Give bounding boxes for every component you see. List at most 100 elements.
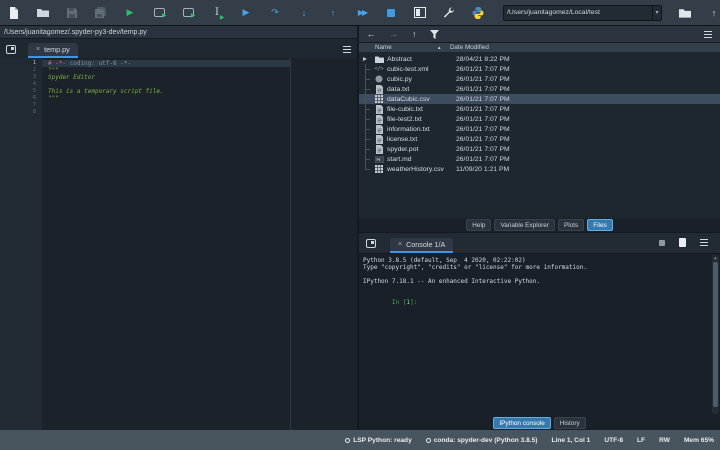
editor-line[interactable]: 5 This is a temporary script file.: [0, 88, 357, 95]
editor-line[interactable]: 6 """: [0, 95, 357, 102]
file-row[interactable]: cubic.py 26/01/21 7:07 PM: [359, 74, 720, 84]
editor-line[interactable]: 3 Spyder Editor: [0, 74, 357, 81]
file-row[interactable]: license.txt 26/01/21 7:07 PM: [359, 134, 720, 144]
stop-debug-icon[interactable]: [385, 6, 397, 19]
new-console-icon[interactable]: [679, 238, 686, 247]
file-date-modified: 28/04/21 8:22 PM: [456, 55, 510, 63]
editor-tab-temp-py[interactable]: × temp.py: [28, 43, 78, 58]
python-file-icon: [374, 75, 384, 84]
console-tab-label: Console 1/A: [406, 240, 446, 249]
run-cell-icon[interactable]: ▶: [153, 6, 167, 19]
scrollbar-thumb[interactable]: [713, 262, 718, 407]
tab-variable-explorer[interactable]: Variable Explorer: [494, 219, 555, 231]
files-pane: ← → ↑ Name ▲ Date Modified Abstract 28/04…: [359, 26, 720, 232]
filter-icon[interactable]: [430, 29, 440, 39]
files-list: Abstract 28/04/21 8:22 PM </> cubic-test.xm…: [359, 52, 720, 218]
file-row[interactable]: information.txt 26/01/21 7:07 PM: [359, 124, 720, 134]
run-cell-advance-icon[interactable]: ▶: [182, 6, 196, 19]
new-file-icon[interactable]: [8, 6, 20, 19]
step-into-icon[interactable]: ↓: [298, 6, 310, 19]
preferences-wrench-icon[interactable]: [443, 6, 455, 19]
tab-files[interactable]: Files: [587, 219, 613, 231]
file-date-modified: 26/01/21 7:07 PM: [456, 135, 510, 143]
file-row[interactable]: data.txt 26/01/21 7:07 PM: [359, 84, 720, 94]
console-banner-line: Python 3.8.5 (default, Sep 4 2020, 02:22…: [363, 257, 526, 264]
editor-options-menu-icon[interactable]: [343, 46, 351, 53]
save-all-icon[interactable]: [95, 6, 107, 19]
editor-line[interactable]: 2 """: [0, 67, 357, 74]
rerun-cell-icon[interactable]: ↷: [269, 6, 281, 19]
maximize-pane-icon[interactable]: [414, 6, 426, 19]
run-file-icon[interactable]: ▶: [124, 6, 136, 19]
scroll-up-icon[interactable]: ▲: [712, 255, 719, 260]
editor-breadcrumb: /Users/juanitagomez/.spyder-py3-dev/temp…: [0, 26, 357, 39]
console-options-menu-icon[interactable]: [700, 239, 708, 246]
file-name: information.txt: [387, 125, 430, 133]
conda-env-status[interactable]: conda: spyder-dev (Python 3.8.5): [425, 437, 537, 444]
file-row[interactable]: start.md 26/01/21 7:07 PM: [359, 154, 720, 164]
console-scrollbar[interactable]: ▲: [712, 255, 719, 414]
tree-connector: [362, 114, 374, 124]
file-row[interactable]: Abstract 28/04/21 8:22 PM: [359, 54, 720, 64]
line-number: 4: [32, 81, 36, 87]
column-header-date-modified[interactable]: Date Modified: [449, 44, 489, 51]
close-tab-icon[interactable]: ×: [36, 46, 40, 53]
console-banner-line: [363, 285, 720, 292]
console-banner: Python 3.8.5 (default, Sep 4 2020, 02:22…: [363, 257, 720, 292]
browse-tabs-icon[interactable]: [6, 45, 16, 54]
file-date-modified: 26/01/21 7:07 PM: [456, 155, 510, 163]
file-row[interactable]: file-cubic.txt 26/01/21 7:07 PM: [359, 104, 720, 114]
parent-directory-icon[interactable]: ↑: [708, 6, 720, 19]
table-file-icon: [374, 165, 384, 174]
interrupt-kernel-icon[interactable]: [659, 239, 665, 246]
file-row[interactable]: file-test2.txt 26/01/21 7:07 PM: [359, 114, 720, 124]
editor-line[interactable]: 8: [0, 109, 357, 116]
console-body[interactable]: Python 3.8.5 (default, Sep 4 2020, 02:22…: [359, 254, 720, 416]
run-selection-icon[interactable]: I ▶: [211, 6, 224, 21]
working-directory-input[interactable]: [504, 9, 652, 16]
cwd-dropdown-caret-icon[interactable]: ▾: [652, 5, 661, 20]
browse-working-directory-icon[interactable]: [679, 6, 691, 19]
file-row[interactable]: </> cubic-test.xml 26/01/21 7:07 PM: [359, 64, 720, 74]
tree-connector: [362, 154, 374, 164]
expand-chevron-icon[interactable]: [362, 54, 374, 64]
text-file-icon: [374, 124, 384, 134]
debug-file-icon[interactable]: ▶: [240, 6, 252, 19]
back-icon[interactable]: ←: [367, 29, 376, 39]
working-directory-box: ▾: [503, 4, 662, 21]
column-header-name[interactable]: Name: [359, 44, 437, 51]
tab-ipython-console[interactable]: IPython console: [493, 417, 551, 429]
file-row[interactable]: dataCubic.csv 26/01/21 7:07 PM: [359, 94, 720, 104]
memory-status: Mem 65%: [683, 436, 714, 444]
files-options-menu-icon[interactable]: [704, 30, 712, 38]
editor-body[interactable]: 1 # -*- coding: utf-8 -*- 2 """ 3 Spyder Edit…: [0, 58, 357, 430]
editor-line[interactable]: 1 # -*- coding: utf-8 -*-: [0, 60, 357, 67]
up-directory-icon[interactable]: ↑: [412, 29, 416, 39]
python-logo-icon[interactable]: [472, 6, 484, 19]
continue-icon[interactable]: ▶▶: [356, 6, 368, 19]
tab-history[interactable]: History: [553, 417, 586, 429]
tree-connector: [362, 124, 374, 134]
file-row[interactable]: spyder.pot 26/01/21 7:07 PM: [359, 144, 720, 154]
tab-plots[interactable]: Plots: [557, 219, 585, 231]
open-file-icon[interactable]: [37, 6, 49, 19]
tab-help[interactable]: Help: [466, 219, 492, 231]
file-row[interactable]: weatherHistory.csv 11/09/20 1:21 PM: [359, 164, 720, 174]
save-icon[interactable]: [66, 6, 78, 19]
console-tab[interactable]: × Console 1/A: [390, 238, 454, 253]
file-name: cubic-test.xml: [387, 65, 429, 73]
file-date-modified: 26/01/21 7:07 PM: [456, 125, 510, 133]
editor-line[interactable]: 7: [0, 102, 357, 109]
step-out-icon[interactable]: ↑: [327, 6, 339, 19]
tree-connector: [362, 64, 374, 74]
xml-file-icon: </>: [374, 66, 384, 72]
text-file-icon: [374, 114, 384, 124]
console-browse-tabs-icon[interactable]: [366, 239, 376, 248]
editor-line[interactable]: 4: [0, 81, 357, 88]
line-number: 2: [32, 67, 36, 73]
console-tabstrip: IPython console History: [359, 416, 720, 430]
conda-icon: [425, 437, 431, 443]
close-console-icon[interactable]: ×: [398, 241, 402, 248]
forward-icon[interactable]: →: [390, 29, 399, 39]
